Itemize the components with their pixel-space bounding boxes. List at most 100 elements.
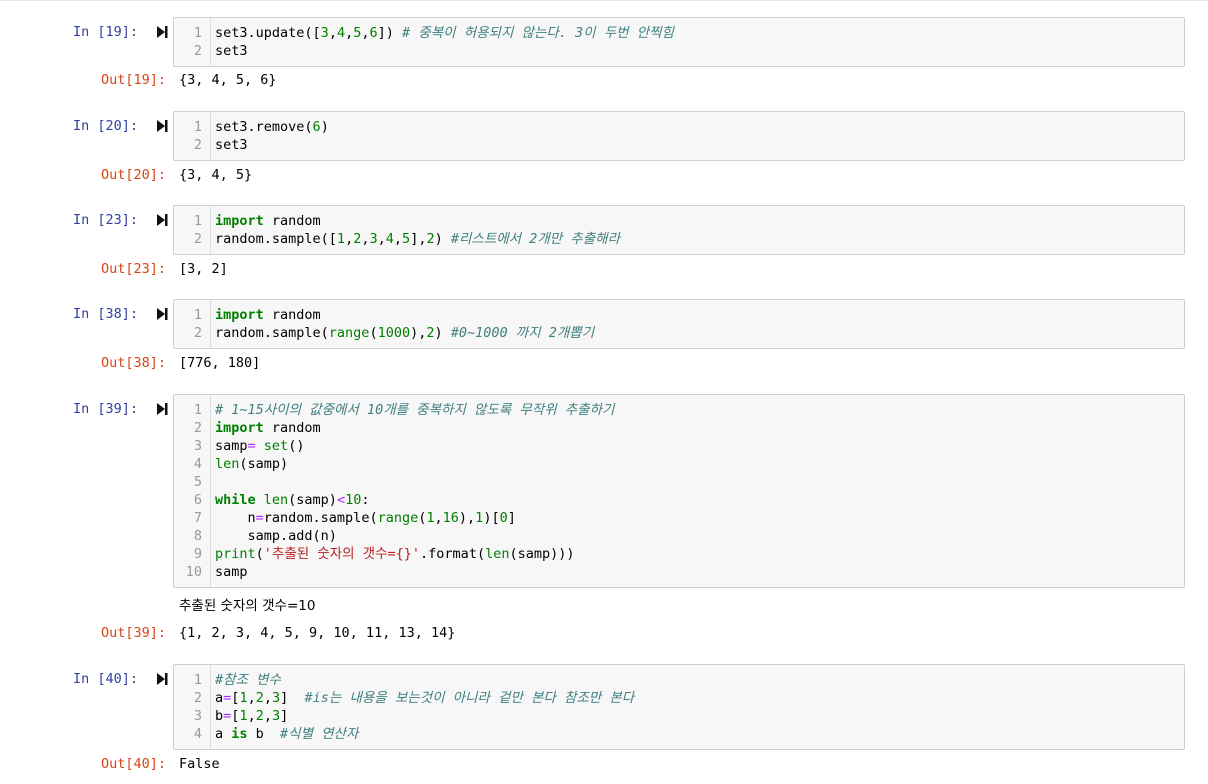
output-prompt: Out[38]: xyxy=(100,355,166,371)
code-line: 2 set3 xyxy=(174,136,1184,154)
line-number: 6 xyxy=(193,492,202,508)
input-prompt: In [20]: xyxy=(72,118,138,134)
code-line: 3 b=[1,2,3] xyxy=(174,707,1184,725)
line-number: 2 xyxy=(193,420,202,436)
code-editor[interactable]: 1 set3.remove(6) 2 set3 xyxy=(173,111,1185,161)
run-cell-icon[interactable] xyxy=(155,672,169,686)
code-line: 1 set3.remove(6) xyxy=(174,118,1184,136)
line-number: 3 xyxy=(193,708,202,724)
line-number: 7 xyxy=(193,510,202,526)
code-text[interactable]: n=random.sample(range(1,16),1)[0] xyxy=(215,509,516,527)
code-text[interactable]: print('추출된 숫자의 갯수={}'.format(len(samp))) xyxy=(215,545,575,563)
code-lines: 1 import random 2 random.sample(range(1000)… xyxy=(174,306,1184,342)
output-prompt: Out[20]: xyxy=(100,167,166,183)
cell-output: {1, 2, 3, 4, 5, 9, 10, 11, 13, 14} xyxy=(179,625,456,641)
code-text[interactable]: samp.add(n) xyxy=(215,527,337,545)
input-prompt: In [23]: xyxy=(72,212,138,228)
code-line: 3 samp= set() xyxy=(174,437,1184,455)
line-number: 4 xyxy=(193,456,202,472)
code-line: 4 a is b #식별 연산자 xyxy=(174,725,1184,743)
cell-output: {3, 4, 5} xyxy=(179,167,253,183)
input-prompt: In [39]: xyxy=(72,401,138,417)
cell-output: [3, 2] xyxy=(179,261,228,277)
notebook-top-border xyxy=(0,0,1208,1)
input-prompt: In [40]: xyxy=(72,671,138,687)
code-text[interactable]: a=[1,2,3] #is는 내용을 보는것이 아니라 겉만 본다 참조만 본다 xyxy=(215,689,634,707)
code-text[interactable]: a is b #식별 연산자 xyxy=(215,725,358,743)
code-line: 2 set3 xyxy=(174,42,1184,60)
line-number: 3 xyxy=(193,438,202,454)
code-line: 8 samp.add(n) xyxy=(174,527,1184,545)
code-line: 1 import random xyxy=(174,212,1184,230)
code-editor[interactable]: 1 # 1~15사이의 값중에서 10개를 중복하지 않도록 무작위 추출하기 2 i… xyxy=(173,394,1185,588)
run-cell-icon[interactable] xyxy=(155,119,169,133)
code-line: 1 #참조 변수 xyxy=(174,671,1184,689)
code-line: 2 random.sample(range(1000),2) #0~1000 까지… xyxy=(174,324,1184,342)
code-text[interactable]: len(samp) xyxy=(215,455,288,473)
line-number: 1 xyxy=(193,119,202,135)
line-number: 2 xyxy=(193,231,202,247)
output-prompt: Out[19]: xyxy=(100,72,166,88)
cell-stdout: 추출된 숫자의 갯수=10 xyxy=(179,598,316,614)
cell-output: {3, 4, 5, 6} xyxy=(179,72,277,88)
run-cell-icon[interactable] xyxy=(155,213,169,227)
code-line: 5 xyxy=(174,473,1184,491)
code-editor[interactable]: 1 #참조 변수 2 a=[1,2,3] #is는 내용을 보는것이 아니라 겉만 본… xyxy=(173,664,1185,750)
output-prompt: Out[39]: xyxy=(100,625,166,641)
code-line: 2 a=[1,2,3] #is는 내용을 보는것이 아니라 겉만 본다 참조만 본… xyxy=(174,689,1184,707)
code-lines: 1 set3.remove(6) 2 set3 xyxy=(174,118,1184,154)
line-number: 2 xyxy=(193,43,202,59)
cell-output: [776, 180] xyxy=(179,355,261,371)
code-editor[interactable]: 1 import random 2 random.sample([1,2,3,4,5]… xyxy=(173,205,1185,255)
code-text[interactable]: samp xyxy=(215,563,248,581)
line-number: 4 xyxy=(193,726,202,742)
line-number: 1 xyxy=(193,213,202,229)
code-lines: 1 import random 2 random.sample([1,2,3,4,5]… xyxy=(174,212,1184,248)
code-text[interactable]: import random xyxy=(215,212,321,230)
code-line: 9 print('추출된 숫자의 갯수={}'.format(len(samp))… xyxy=(174,545,1184,563)
code-text[interactable]: import random xyxy=(215,306,321,324)
code-line: 4 len(samp) xyxy=(174,455,1184,473)
code-text[interactable]: random.sample([1,2,3,4,5],2) #리스트에서 2개만 … xyxy=(215,230,620,248)
input-prompt: In [19]: xyxy=(72,24,138,40)
line-number: 1 xyxy=(193,307,202,323)
cell-output: False xyxy=(179,756,220,772)
code-text[interactable]: #참조 변수 xyxy=(215,671,281,689)
output-prompt: Out[23]: xyxy=(100,261,166,277)
run-cell-icon[interactable] xyxy=(155,402,169,416)
line-number: 8 xyxy=(193,528,202,544)
code-editor[interactable]: 1 import random 2 random.sample(range(1000)… xyxy=(173,299,1185,349)
code-text[interactable]: set3 xyxy=(215,42,248,60)
code-lines: 1 #참조 변수 2 a=[1,2,3] #is는 내용을 보는것이 아니라 겉만 본… xyxy=(174,671,1184,743)
code-line: 2 import random xyxy=(174,419,1184,437)
line-number: 2 xyxy=(193,325,202,341)
code-text[interactable]: set3.update([3,4,5,6]) # 중복이 허용되지 않는다. 3… xyxy=(215,24,674,42)
line-number: 9 xyxy=(193,546,202,562)
code-line: 10 samp xyxy=(174,563,1184,581)
line-number: 1 xyxy=(193,402,202,418)
run-cell-icon[interactable] xyxy=(155,307,169,321)
line-number: 1 xyxy=(193,25,202,41)
code-lines: 1 set3.update([3,4,5,6]) # 중복이 허용되지 않는다. … xyxy=(174,24,1184,60)
code-text[interactable]: while len(samp)<10: xyxy=(215,491,370,509)
input-prompt: In [38]: xyxy=(72,306,138,322)
line-number: 2 xyxy=(193,690,202,706)
code-line: 6 while len(samp)<10: xyxy=(174,491,1184,509)
code-line: 1 import random xyxy=(174,306,1184,324)
code-text[interactable]: samp= set() xyxy=(215,437,304,455)
line-number: 5 xyxy=(193,474,202,490)
output-prompt: Out[40]: xyxy=(100,756,166,772)
code-text[interactable]: set3 xyxy=(215,136,248,154)
code-text[interactable]: b=[1,2,3] xyxy=(215,707,288,725)
code-text[interactable]: set3.remove(6) xyxy=(215,118,329,136)
line-number: 1 xyxy=(193,672,202,688)
code-text[interactable]: # 1~15사이의 값중에서 10개를 중복하지 않도록 무작위 추출하기 xyxy=(215,401,614,419)
code-text[interactable]: random.sample(range(1000),2) #0~1000 까지 … xyxy=(215,324,594,342)
code-editor[interactable]: 1 set3.update([3,4,5,6]) # 중복이 허용되지 않는다. … xyxy=(173,17,1185,67)
code-lines: 1 # 1~15사이의 값중에서 10개를 중복하지 않도록 무작위 추출하기 2 i… xyxy=(174,401,1184,581)
line-number: 2 xyxy=(193,137,202,153)
code-line: 1 set3.update([3,4,5,6]) # 중복이 허용되지 않는다. … xyxy=(174,24,1184,42)
run-cell-icon[interactable] xyxy=(155,25,169,39)
code-text[interactable]: import random xyxy=(215,419,321,437)
code-line: 2 random.sample([1,2,3,4,5],2) #리스트에서 2개만… xyxy=(174,230,1184,248)
